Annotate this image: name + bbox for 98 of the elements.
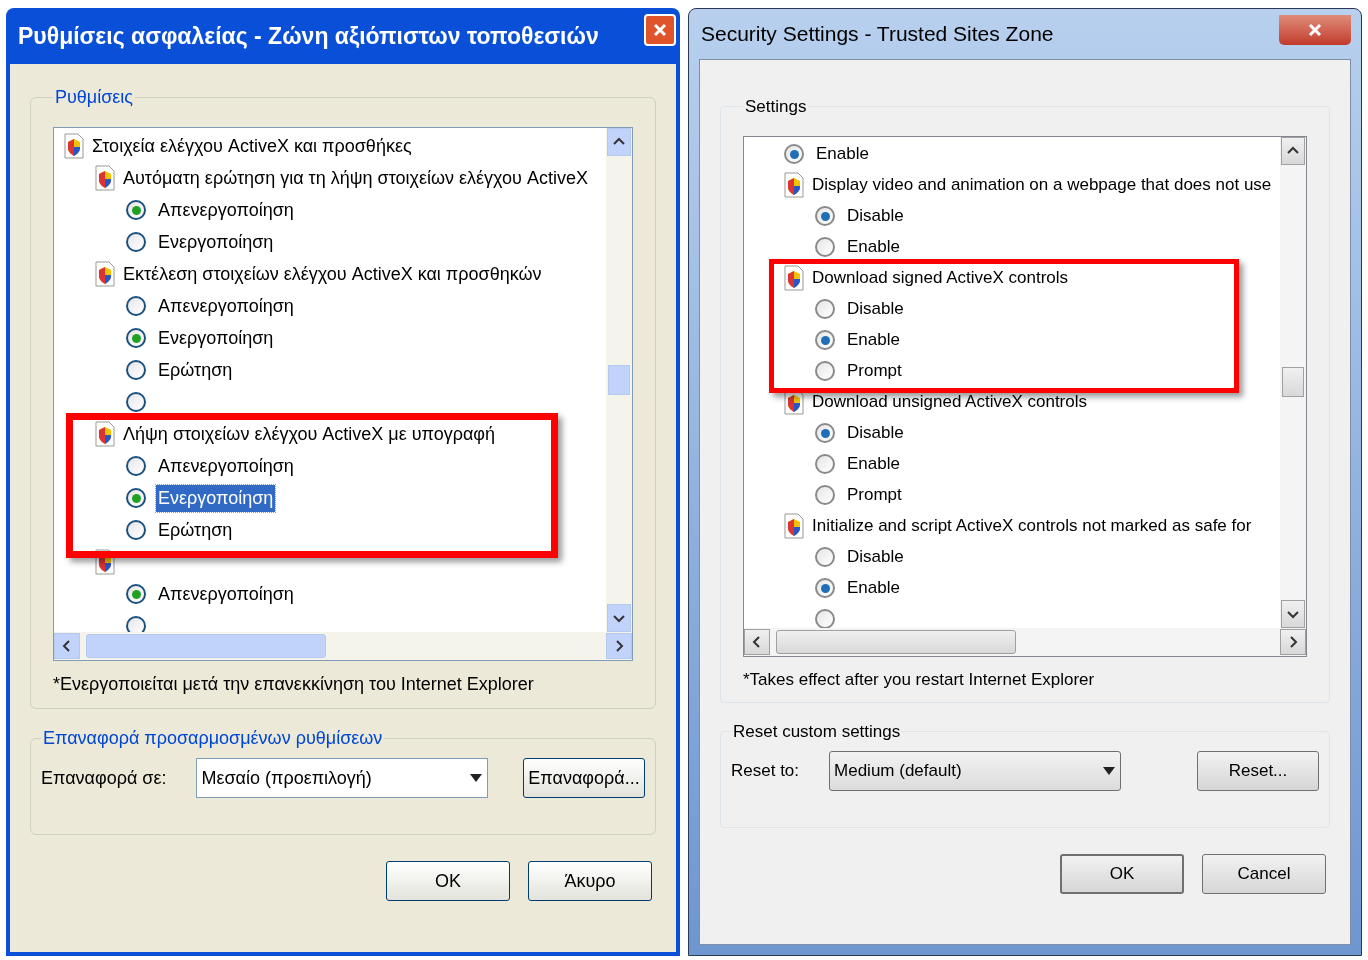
setting-heading: Initialize and script ActiveX controls not marked as safe for	[812, 515, 1252, 538]
restart-note: *Takes effect after you restart Internet Explorer	[743, 668, 1096, 691]
scroll-left-button[interactable]	[744, 628, 770, 655]
option-label[interactable]: Prompt	[845, 482, 904, 508]
group-label: Reset custom settings	[732, 721, 902, 743]
vertical-scrollbar[interactable]	[1280, 136, 1306, 628]
close-button[interactable]	[644, 14, 676, 46]
radio-button[interactable]	[815, 547, 835, 567]
radio-button[interactable]	[815, 578, 835, 598]
horizontal-scrollbar[interactable]	[744, 627, 1306, 656]
radio-button[interactable]	[815, 206, 835, 226]
option-label[interactable]: Prompt	[845, 358, 904, 384]
scroll-thumb[interactable]	[1282, 367, 1304, 397]
reset-to-label: Επαναφορά σε:	[41, 766, 167, 790]
option-label[interactable]: Disable	[845, 296, 906, 322]
option-label[interactable]: Enable	[814, 141, 871, 167]
group-label: Settings	[744, 96, 808, 118]
option-label[interactable]: Ερώτηση	[156, 516, 235, 544]
group-label: Ρυθμίσεις	[54, 86, 135, 109]
caret-icon	[469, 773, 484, 783]
dialog-button[interactable]: Άκυρο	[528, 861, 652, 901]
close-button[interactable]	[1279, 15, 1351, 45]
radio-button[interactable]	[815, 237, 835, 257]
option-label[interactable]: Enable	[845, 575, 902, 601]
radio-button[interactable]	[126, 520, 146, 540]
restart-note: *Ενεργοποιείται μετά την επανεκκίνηση του Internet Explorer	[53, 673, 535, 696]
radio-button[interactable]	[126, 584, 146, 604]
option-label[interactable]: Ενεργοποίηση	[156, 228, 276, 256]
shield-page-icon	[95, 421, 115, 447]
vertical-scrollbar[interactable]	[606, 128, 632, 632]
scroll-up-button[interactable]	[607, 128, 631, 156]
option-label[interactable]: Disable	[845, 203, 906, 229]
radio-button[interactable]	[126, 296, 146, 316]
scroll-thumb[interactable]	[86, 634, 326, 658]
radio-button[interactable]	[126, 232, 146, 252]
scroll-down-button[interactable]	[1281, 599, 1305, 628]
radio-button[interactable]	[126, 616, 146, 632]
option-label[interactable]: Enable	[845, 234, 902, 260]
setting-heading: Αυτόματη ερώτηση για τη λήψη στοιχείων ελέγχου ActiveX	[123, 166, 588, 190]
scroll-thumb[interactable]	[776, 629, 1016, 654]
scroll-down-button[interactable]	[607, 604, 631, 632]
radio-button[interactable]	[784, 144, 804, 164]
radio-button[interactable]	[815, 330, 835, 350]
radio-button[interactable]	[815, 609, 835, 628]
scroll-left-button[interactable]	[54, 633, 80, 659]
reset-button[interactable]: Reset...	[1197, 750, 1319, 791]
radio-button[interactable]	[126, 328, 146, 348]
close-icon	[652, 22, 668, 38]
shield-page-icon	[784, 172, 804, 198]
dialog-button[interactable]: OK	[1060, 853, 1184, 894]
option-label[interactable]: Disable	[845, 544, 906, 570]
reset-level-dropdown[interactable]: Μεσαίο (προεπιλογή)	[196, 758, 489, 798]
caret-icon	[1102, 765, 1117, 776]
option-label[interactable]: Disable	[845, 420, 906, 446]
radio-button[interactable]	[126, 488, 146, 508]
option-label[interactable]: Enable	[845, 451, 902, 477]
reset-to-label: Reset to:	[731, 759, 800, 782]
scroll-up-button[interactable]	[1281, 136, 1305, 165]
radio-button[interactable]	[815, 299, 835, 319]
option-label[interactable]: Ενεργοποίηση	[156, 324, 276, 352]
option-label[interactable]: Απενεργοποίηση	[156, 452, 296, 480]
setting-heading: Εκτέλεση στοιχείων ελέγχου ActiveX και προσθηκών	[123, 262, 542, 286]
setting-heading: Λήψη στοιχείων ελέγχου ActiveX με υπογραφή	[123, 422, 495, 446]
radio-button[interactable]	[126, 392, 146, 412]
option-label[interactable]: Enable	[845, 327, 902, 353]
radio-button[interactable]	[126, 456, 146, 476]
radio-button[interactable]	[815, 485, 835, 505]
setting-heading: Display video and animation on a webpage that does not use	[812, 174, 1272, 197]
window-title: Security Settings - Trusted Sites Zone	[701, 21, 1054, 48]
option-label[interactable]: Ενεργοποίηση	[156, 484, 276, 512]
shield-page-icon	[64, 133, 84, 159]
option-label[interactable]: Απενεργοποίηση	[156, 580, 296, 608]
option-label[interactable]: Απενεργοποίηση	[156, 292, 296, 320]
dialog-button[interactable]: Cancel	[1202, 853, 1326, 894]
dialog-button[interactable]: OK	[386, 861, 510, 901]
radio-button[interactable]	[815, 361, 835, 381]
radio-button[interactable]	[815, 423, 835, 443]
radio-button[interactable]	[126, 200, 146, 220]
close-icon	[1307, 22, 1323, 38]
shield-page-icon	[784, 265, 804, 291]
option-label[interactable]: Απενεργοποίηση	[156, 196, 296, 224]
setting-heading: Στοιχεία ελέγχου ActiveX και προσθήκες	[92, 134, 412, 158]
scroll-right-button[interactable]	[606, 633, 632, 659]
radio-button[interactable]	[815, 454, 835, 474]
window-title: Ρυθμίσεις ασφαλείας - Ζώνη αξιόπιστων τοποθεσιών	[18, 21, 599, 51]
scroll-right-button[interactable]	[1280, 628, 1306, 655]
radio-button[interactable]	[126, 360, 146, 380]
shield-page-icon	[95, 261, 115, 287]
reset-level-dropdown[interactable]: Medium (default)	[829, 750, 1122, 791]
shield-page-icon	[784, 513, 804, 539]
reset-button[interactable]: Επαναφορά...	[523, 758, 645, 798]
setting-heading: Download signed ActiveX controls	[812, 267, 1069, 290]
horizontal-scrollbar[interactable]	[54, 632, 632, 660]
group-label: Επαναφορά προσαρμοσμένων ρυθμίσεων	[42, 727, 384, 750]
scroll-thumb[interactable]	[608, 365, 630, 395]
shield-page-icon	[95, 165, 115, 191]
setting-heading: Download unsigned ActiveX controls	[812, 391, 1087, 414]
option-label[interactable]: Ερώτηση	[156, 356, 235, 384]
